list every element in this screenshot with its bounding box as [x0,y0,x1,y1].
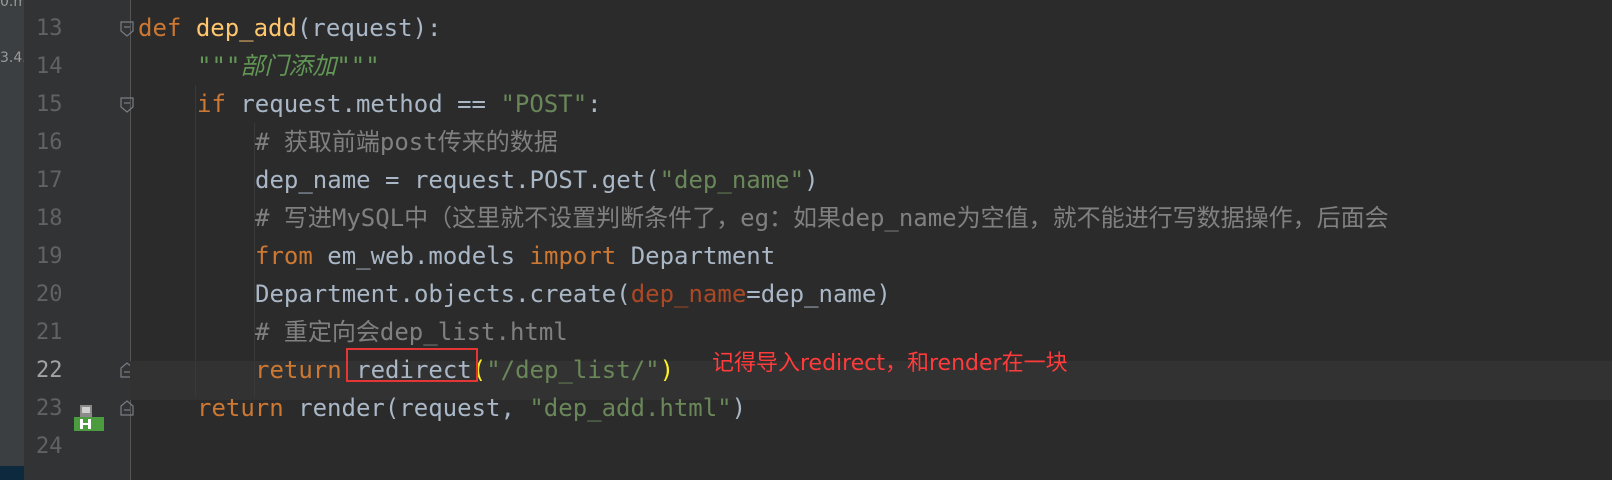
code-editor[interactable]: 0.m 3.4. 13 14 15 16 17 18 19 20 21 22 2… [0,0,1612,480]
code-line-21[interactable]: # 重定向会dep_list.html [255,313,568,352]
line-number: 24 [36,434,63,459]
line-number: 18 [36,206,63,231]
code-line-14[interactable]: """部门添加""" [197,47,380,86]
code-line-17[interactable]: dep_name = request.POST.get("dep_name") [255,161,819,200]
code-line-18[interactable]: # 写进MySQL中（这里就不设置判断条件了，eg：如果dep_name为空值，… [255,199,1389,238]
code-line-20[interactable]: Department.objects.create(dep_name=dep_n… [255,275,891,314]
line-number: 13 [36,16,63,41]
code-line-13[interactable]: def dep_add(request): [138,9,441,48]
project-panel-edge: 0.m 3.4. [0,0,25,480]
redirect-highlight-box [346,348,478,382]
line-number: 19 [36,244,63,269]
line-number: 16 [36,130,63,155]
line-number: 15 [36,92,63,117]
line-number-current: 22 [36,358,63,383]
line-number: 23 [36,396,63,421]
panel-text-fragment: 3.4. [0,50,24,66]
line-number: 14 [36,54,63,79]
indent-guide [195,85,196,397]
code-line-15[interactable]: if request.method == "POST": [197,85,602,124]
line-number: 20 [36,282,63,307]
code-line-16[interactable]: # 获取前端post传来的数据 [255,123,558,162]
line-number: 21 [36,320,63,345]
line-number: 17 [36,168,63,193]
html-template-gutter-icon[interactable] [74,403,104,433]
line-number-gutter[interactable]: 13 14 15 16 17 18 19 20 21 22 23 24 [24,0,134,480]
code-line-19[interactable]: from em_web.models import Department [255,237,775,276]
code-line-23[interactable]: return render(request, "dep_add.html") [197,389,746,428]
panel-selection [0,466,24,480]
panel-text-fragment: 0.m [0,0,24,10]
code-area[interactable]: def dep_add(request): """部门添加""" if requ… [130,0,1612,480]
annotation-note: 记得导入redirect，和render在一块 [712,351,1068,376]
